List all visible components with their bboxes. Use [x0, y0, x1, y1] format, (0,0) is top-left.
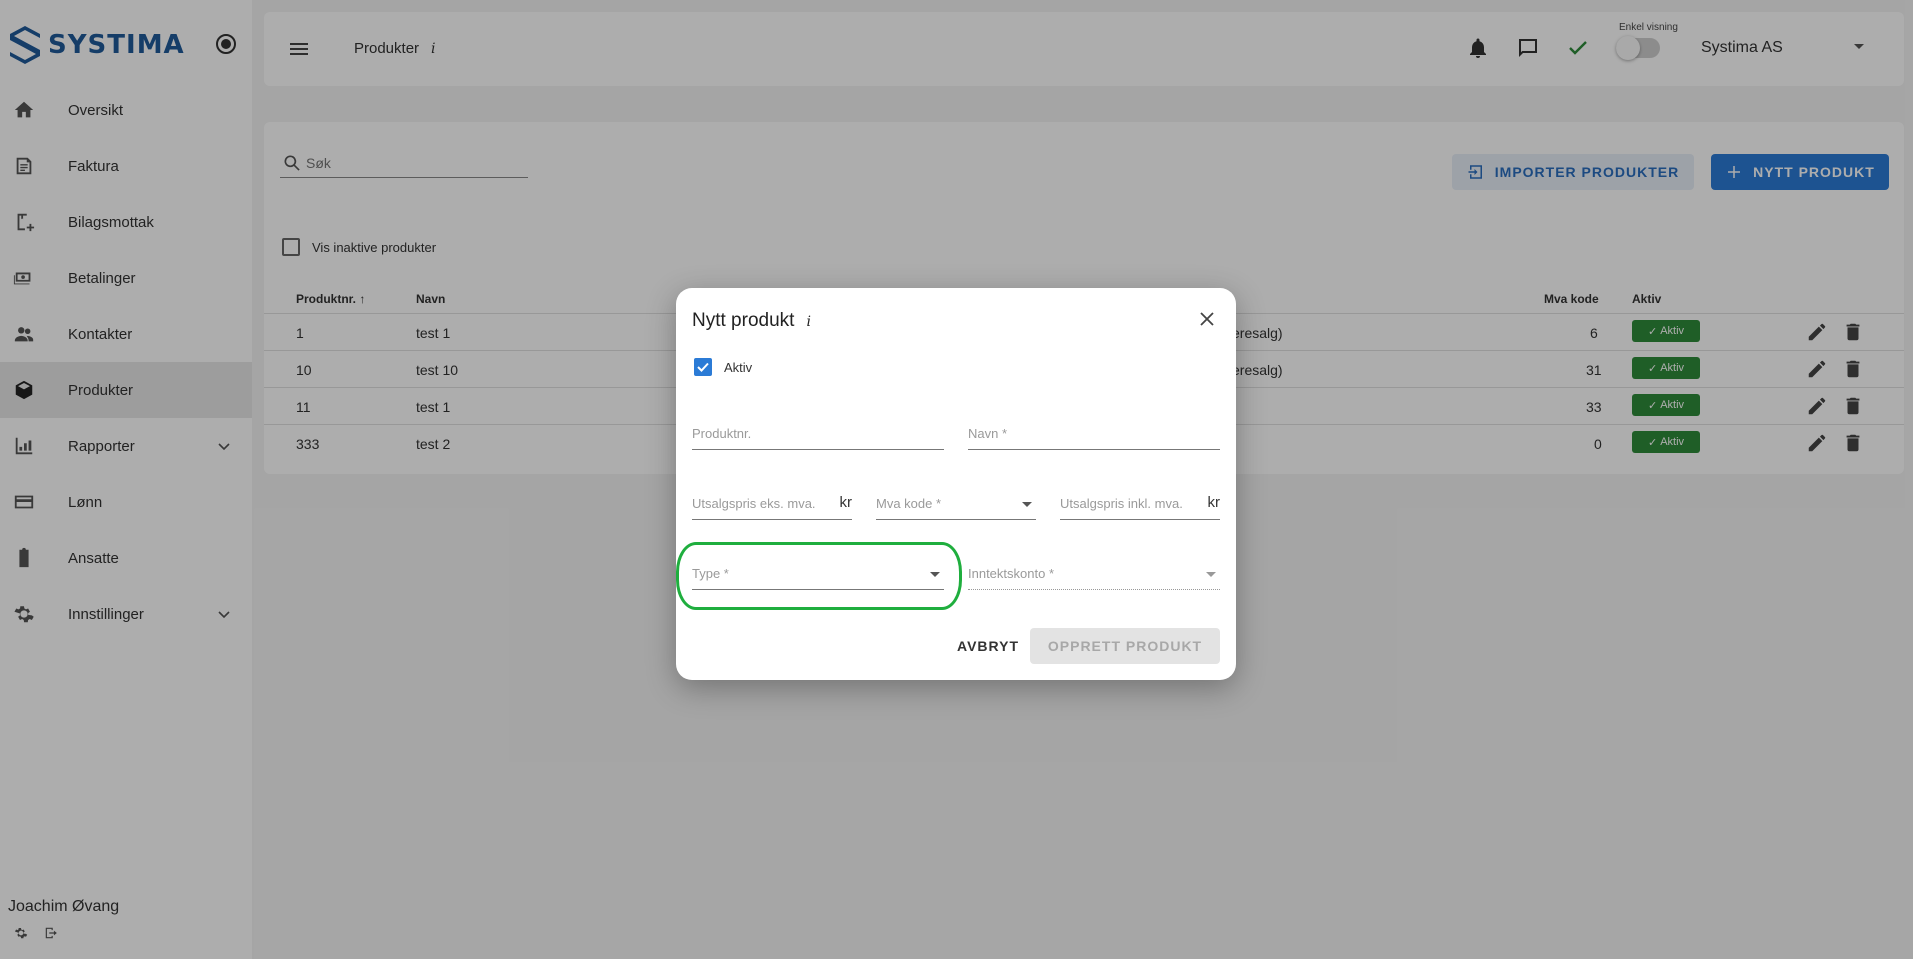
new-product-dialog: Nytt produkt i Aktiv Produktnr. Navn * Ut… [676, 288, 1236, 680]
price-excl-vat-field[interactable]: Utsalgspris eks. mva. kr [692, 490, 852, 520]
dropdown-caret-icon [1206, 572, 1216, 577]
income-account-select[interactable]: Inntektskonto * [968, 560, 1220, 590]
active-label: Aktiv [724, 359, 753, 375]
close-icon[interactable] [1196, 308, 1218, 330]
currency-suffix: kr [1207, 494, 1221, 511]
dialog-info-icon[interactable]: i [806, 314, 810, 330]
mva-code-placeholder: Mva kode * [876, 496, 942, 511]
price-incl-vat-field[interactable]: Utsalgspris inkl. mva. kr [1060, 490, 1220, 520]
check-icon [697, 362, 709, 372]
produktnr-field[interactable]: Produktnr. [692, 420, 944, 450]
navn-field[interactable]: Navn * [968, 420, 1220, 450]
navn-placeholder: Navn * [968, 426, 1008, 441]
dropdown-caret-icon [1022, 502, 1032, 507]
active-toggle[interactable]: Aktiv [694, 358, 752, 376]
active-checkbox[interactable] [694, 358, 712, 376]
price-excl-vat-placeholder: Utsalgspris eks. mva. [692, 496, 816, 511]
dropdown-caret-icon [930, 572, 940, 577]
mva-code-select[interactable]: Mva kode * [876, 490, 1036, 520]
create-product-button[interactable]: OPPRETT PRODUKT [1030, 628, 1220, 664]
produktnr-placeholder: Produktnr. [692, 426, 752, 441]
dialog-title-text: Nytt produkt [692, 310, 795, 331]
currency-suffix: kr [839, 494, 853, 511]
price-incl-vat-placeholder: Utsalgspris inkl. mva. [1060, 496, 1183, 511]
dialog-title: Nytt produkt i [692, 310, 811, 332]
type-placeholder: Type * [692, 566, 729, 581]
type-select[interactable]: Type * [692, 560, 944, 590]
cancel-button[interactable]: AVBRYT [940, 628, 1036, 664]
income-account-placeholder: Inntektskonto * [968, 566, 1054, 581]
